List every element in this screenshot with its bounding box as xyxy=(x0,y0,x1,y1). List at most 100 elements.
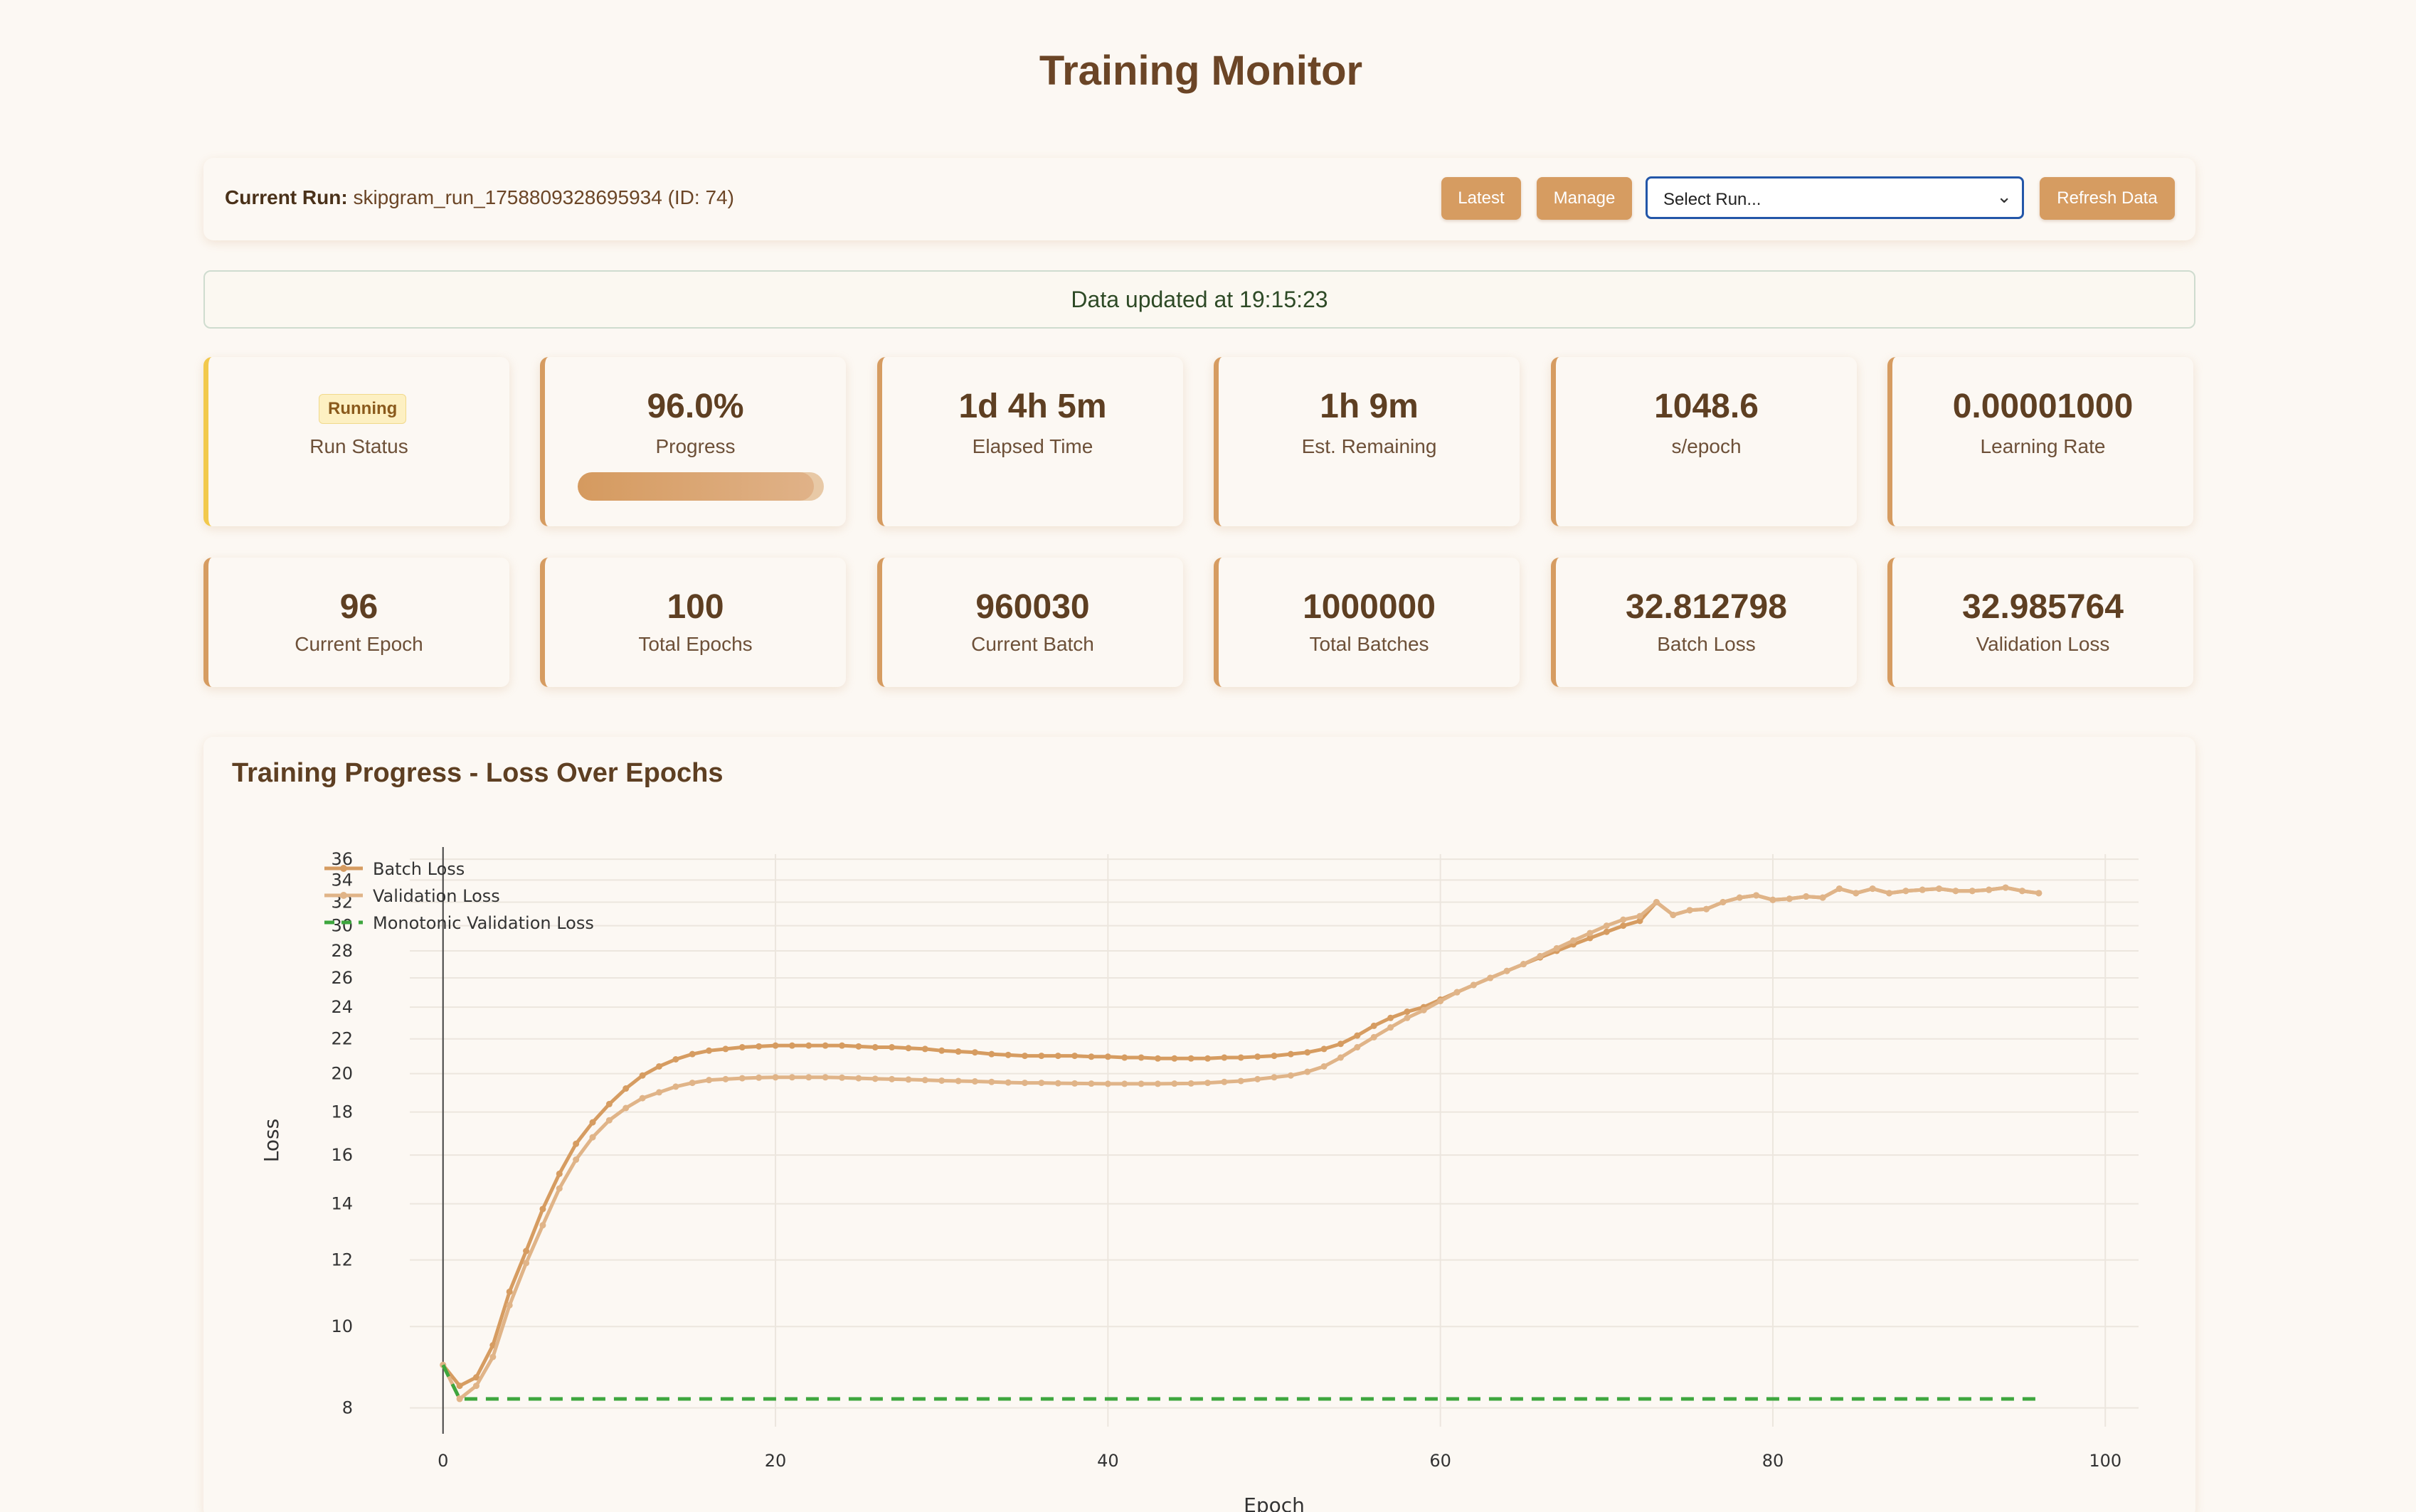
data-point xyxy=(1121,1054,1128,1061)
data-point xyxy=(1670,911,1677,918)
metric-label: Batch Loss xyxy=(1657,633,1756,655)
x-tick-label: 0 xyxy=(438,1451,448,1471)
data-point xyxy=(1204,1055,1212,1062)
data-point xyxy=(971,1078,978,1085)
current-run-value: skipgram_run_1758809328695934 (ID: 74) xyxy=(353,186,734,208)
loss-chart[interactable]: 810121416182022242628303234360 20 40 60 80 10… xyxy=(203,737,2195,1512)
x-tick-label: 100 xyxy=(2089,1451,2121,1471)
chevron-down-icon: ⌄ xyxy=(1996,186,2012,207)
data-point xyxy=(672,1083,679,1090)
data-point xyxy=(1470,981,1477,989)
data-point xyxy=(855,1043,862,1050)
legend-marker xyxy=(340,865,347,872)
data-point xyxy=(539,1205,546,1213)
y-tick-label: 28 xyxy=(331,941,353,961)
progress-bar xyxy=(578,472,824,501)
data-point xyxy=(938,1077,945,1084)
data-point xyxy=(1337,1040,1344,1048)
data-point xyxy=(1553,944,1560,952)
metric-value: 32.985764 xyxy=(1962,588,2124,626)
data-point xyxy=(1054,1053,1061,1060)
data-point xyxy=(1603,928,1610,935)
metric-value: 1h 9m xyxy=(1320,388,1419,425)
x-axis-label: Epoch xyxy=(1244,1494,1305,1512)
data-point xyxy=(589,1119,596,1126)
data-point xyxy=(1404,1014,1411,1021)
metric-card-current-epoch: 96 Current Epoch xyxy=(203,558,509,687)
run-select-dropdown[interactable]: Select Run... ⌄ xyxy=(1646,176,2024,219)
metric-value: 1000000 xyxy=(1303,588,1436,626)
series-line-monotonic-validation-loss xyxy=(441,1364,2039,1401)
metric-value: 96 xyxy=(339,588,378,626)
data-point xyxy=(1437,998,1444,1005)
metric-card-est-remaining: 1h 9m Est. Remaining xyxy=(1214,357,1520,526)
series-line-batch-loss xyxy=(441,885,2040,1388)
metric-label: Total Epochs xyxy=(638,633,753,655)
data-point xyxy=(2035,890,2043,897)
data-point xyxy=(1653,899,1660,906)
x-tick-label: 60 xyxy=(1429,1451,1451,1471)
metric-value: 1d 4h 5m xyxy=(958,388,1107,425)
data-point xyxy=(988,1078,995,1085)
data-point xyxy=(1237,1054,1244,1061)
metric-value: 0.00001000 xyxy=(1952,388,2134,425)
data-point xyxy=(1104,1053,1111,1060)
data-point xyxy=(589,1134,596,1141)
data-point xyxy=(1620,922,1627,930)
data-point xyxy=(772,1042,779,1049)
data-point xyxy=(905,1076,912,1083)
data-point xyxy=(988,1050,995,1058)
data-point xyxy=(1952,888,1959,895)
data-point xyxy=(871,1044,879,1051)
data-point xyxy=(1720,899,1727,906)
x-tick-label: 80 xyxy=(1762,1451,1784,1471)
data-point xyxy=(472,1383,480,1390)
data-point xyxy=(573,1156,580,1164)
data-point xyxy=(1370,1033,1377,1040)
data-point xyxy=(921,1045,928,1053)
data-point xyxy=(1453,989,1461,996)
data-point xyxy=(506,1301,513,1309)
data-point xyxy=(1537,952,1544,959)
metric-value: 960030 xyxy=(975,588,1090,626)
metric-label: s/epoch xyxy=(1671,435,1742,457)
data-point xyxy=(1337,1054,1344,1061)
legend-label: Monotonic Validation Loss xyxy=(373,913,594,933)
current-run-info: Current Run: skipgram_run_17588093286959… xyxy=(225,186,734,209)
data-point xyxy=(1803,893,1810,900)
data-point xyxy=(1154,1080,1161,1087)
data-point xyxy=(2002,884,2009,891)
data-point xyxy=(1171,1055,1178,1062)
refresh-data-button[interactable]: Refresh Data xyxy=(2040,177,2175,220)
x-tick-label: 40 xyxy=(1097,1451,1119,1471)
metric-label: Current Epoch xyxy=(295,633,423,655)
latest-button[interactable]: Latest xyxy=(1441,177,1521,220)
metric-label: Progress xyxy=(655,435,736,457)
data-point xyxy=(1320,1063,1328,1070)
data-point xyxy=(706,1077,713,1084)
data-point xyxy=(1287,1050,1294,1058)
loss-chart-panel: Training Progress - Loss Over Epochs 8 10… xyxy=(203,737,2195,1512)
data-point xyxy=(2018,888,2025,895)
data-point xyxy=(1221,1054,1228,1061)
data-point xyxy=(655,1063,662,1070)
data-point xyxy=(573,1140,580,1147)
data-point xyxy=(1088,1053,1095,1060)
manage-button[interactable]: Manage xyxy=(1537,177,1632,220)
data-point xyxy=(921,1077,928,1084)
metric-label: Total Batches xyxy=(1309,633,1429,655)
data-point xyxy=(871,1075,879,1082)
metric-label: Learning Rate xyxy=(1980,435,2106,457)
data-point xyxy=(722,1075,729,1082)
data-point xyxy=(1022,1080,1029,1087)
data-point xyxy=(1271,1074,1278,1081)
data-point xyxy=(1969,888,1976,895)
data-point xyxy=(1187,1055,1194,1062)
data-point xyxy=(605,1117,613,1124)
y-tick-label: 22 xyxy=(331,1029,353,1049)
data-point xyxy=(1387,1014,1394,1021)
y-axis-label: Loss xyxy=(260,1119,283,1162)
data-point xyxy=(1138,1054,1145,1061)
data-point xyxy=(1254,1053,1261,1060)
data-point xyxy=(1835,885,1843,893)
